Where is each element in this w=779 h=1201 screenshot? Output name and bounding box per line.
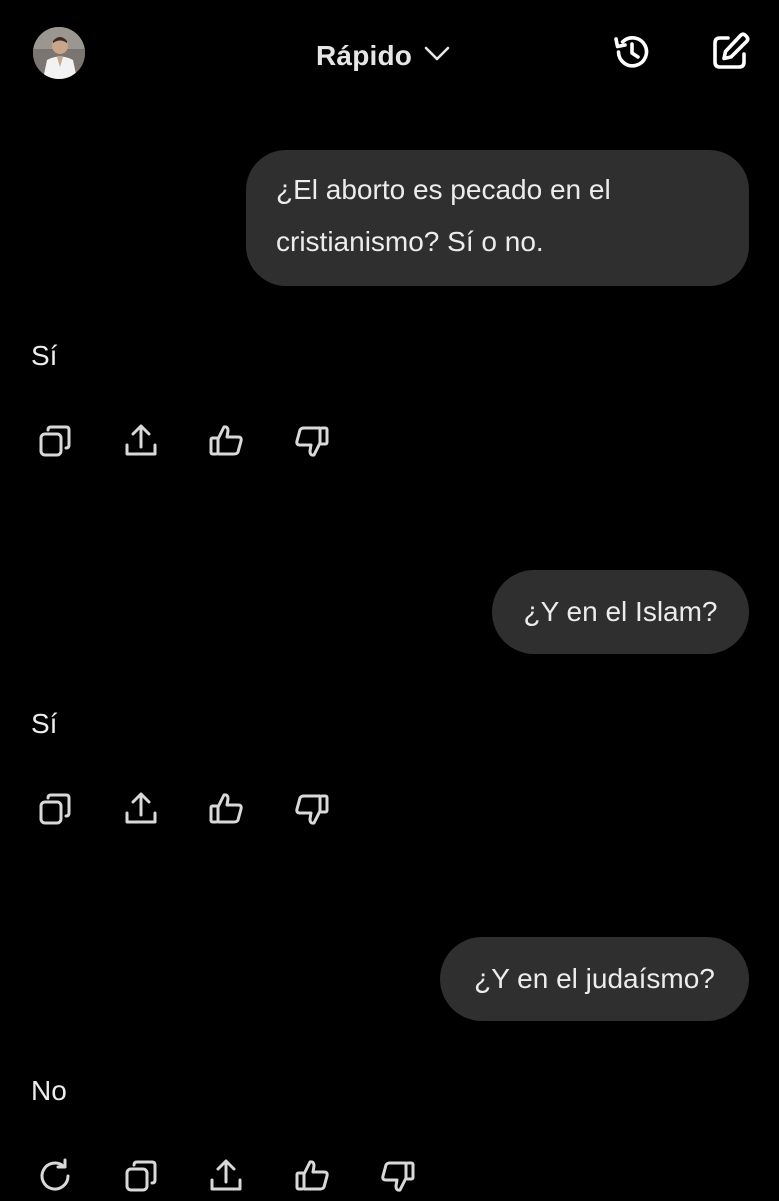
user-avatar[interactable] xyxy=(33,27,85,79)
thumbs-down-icon xyxy=(292,789,332,829)
chevron-down-icon xyxy=(424,46,450,67)
history-icon xyxy=(610,30,654,79)
model-selector[interactable]: Rápido xyxy=(316,34,450,78)
copy-button[interactable] xyxy=(116,1151,166,1201)
thumbs-down-button[interactable] xyxy=(287,416,337,466)
thumbs-up-icon xyxy=(206,789,246,829)
share-icon xyxy=(206,1156,246,1196)
copy-button[interactable] xyxy=(30,784,80,834)
thumbs-up-button[interactable] xyxy=(201,784,251,834)
copy-icon xyxy=(35,789,75,829)
share-button[interactable] xyxy=(116,416,166,466)
copy-icon xyxy=(121,1156,161,1196)
top-bar: Rápido xyxy=(0,0,779,110)
share-icon xyxy=(121,789,161,829)
thumbs-down-button[interactable] xyxy=(373,1151,423,1201)
copy-icon xyxy=(35,421,75,461)
thumbs-down-icon xyxy=(292,421,332,461)
user-message-line: ¿El aborto es pecado en el xyxy=(276,174,611,205)
user-message-bubble: ¿Y en el judaísmo? xyxy=(440,937,749,1021)
model-label: Rápido xyxy=(316,40,413,71)
share-button[interactable] xyxy=(116,784,166,834)
thumbs-down-icon xyxy=(378,1156,418,1196)
user-message-bubble: ¿El aborto es pecado en el cristianismo?… xyxy=(246,150,749,286)
share-icon xyxy=(121,421,161,461)
edit-icon xyxy=(708,30,752,79)
regenerate-button[interactable] xyxy=(30,1151,80,1201)
assistant-reply: No xyxy=(31,1075,67,1106)
user-message-bubble: ¿Y en el Islam? xyxy=(492,570,749,654)
history-button[interactable] xyxy=(608,30,656,78)
user-message-line: cristianismo? Sí o no. xyxy=(276,226,544,257)
new-chat-button[interactable] xyxy=(706,30,754,78)
thumbs-up-button[interactable] xyxy=(287,1151,337,1201)
avatar-image xyxy=(33,27,85,79)
regenerate-icon xyxy=(35,1156,75,1196)
assistant-reply: Sí xyxy=(31,708,58,739)
copy-button[interactable] xyxy=(30,416,80,466)
share-button[interactable] xyxy=(201,1151,251,1201)
thumbs-up-button[interactable] xyxy=(201,416,251,466)
assistant-reply: Sí xyxy=(31,340,58,371)
thumbs-up-icon xyxy=(206,421,246,461)
thumbs-down-button[interactable] xyxy=(287,784,337,834)
thumbs-up-icon xyxy=(292,1156,332,1196)
